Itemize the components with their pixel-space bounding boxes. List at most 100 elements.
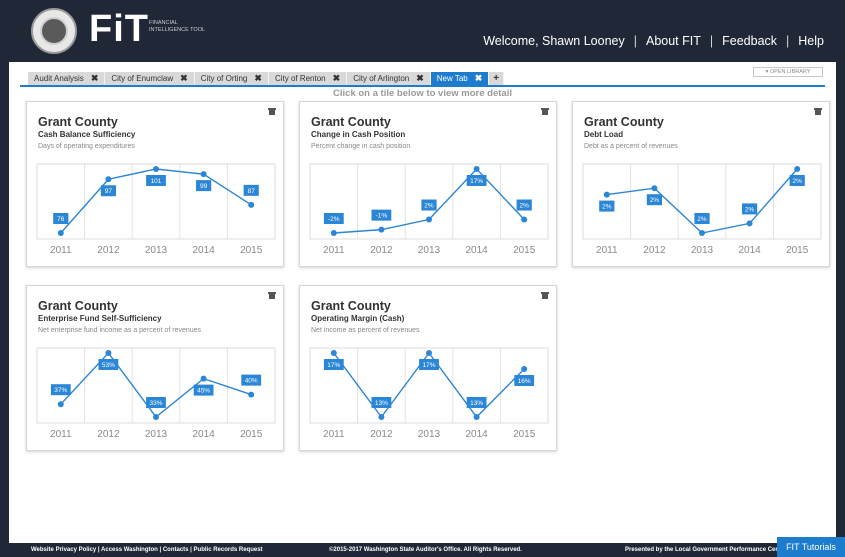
data-point[interactable] [473, 414, 480, 420]
line-chart: 76 2011 97 2012 101 2013 99 2014 87 2015 [36, 163, 276, 256]
header-bar: FiT FINANCIAL INTELLIGENCE TOOL Welcome,… [9, 0, 836, 62]
data-label: -1% [376, 213, 388, 220]
close-tab-icon[interactable]: ✖ [91, 73, 99, 84]
left-border [0, 0, 9, 557]
data-label: 101 [151, 178, 162, 185]
chart-tile[interactable]: Grant County Debt Load Debt as a percent o… [572, 101, 830, 267]
x-tick-label: 2013 [418, 245, 441, 256]
data-point[interactable] [651, 185, 658, 192]
add-tab-button[interactable]: + [489, 72, 505, 85]
close-tab-icon[interactable]: ✖ [416, 73, 424, 84]
data-point[interactable] [248, 391, 255, 398]
plot-frame [36, 347, 276, 424]
chart-tile[interactable]: Grant County Cash Balance Sufficiency Days… [26, 101, 284, 267]
footer-links[interactable]: Website Privacy Policy | Access Washingt… [31, 547, 263, 553]
data-point[interactable] [153, 414, 159, 420]
data-point[interactable] [426, 350, 432, 356]
x-tick-label: 2014 [738, 245, 761, 256]
data-label: 97 [105, 188, 113, 195]
line-chart: 17% 2011 13% 2012 17% 2013 13% 2014 16% 2015 [309, 347, 549, 440]
data-point[interactable] [57, 401, 64, 408]
data-point[interactable] [153, 166, 159, 172]
help-link[interactable]: Help [798, 34, 824, 48]
tile-hint-text: Click on a tile below to view more detai… [333, 88, 512, 99]
data-label: 2% [602, 204, 612, 211]
data-point[interactable] [699, 230, 705, 236]
data-point[interactable] [57, 230, 64, 236]
line-chart: -2% 2011 -1% 2012 2% 2013 17% 2014 2% 2015 [309, 163, 549, 256]
tab-city-of-renton[interactable]: City of Renton ✖ [268, 72, 348, 85]
footer-copyright: ©2015-2017 Washington State Auditor's Of… [329, 547, 522, 553]
fit-tutorials-button[interactable]: FIT Tutorials [777, 537, 845, 557]
data-point[interactable] [794, 166, 801, 172]
line-chart: 2% 2011 2% 2012 2% 2013 2% 2014 2% 2015 [582, 163, 822, 256]
data-point[interactable] [200, 375, 207, 382]
tab-new-tab[interactable]: New Tab ✖ [430, 72, 490, 85]
welcome-user-link[interactable]: Welcome, Shawn Looney [483, 34, 625, 48]
data-label: 17% [327, 362, 340, 369]
data-label: 2% [424, 203, 434, 210]
data-label: 33% [149, 400, 162, 407]
right-border [836, 0, 845, 557]
x-tick-label: 2011 [50, 245, 72, 256]
tab-underline [20, 85, 825, 87]
tab-city-of-arlington[interactable]: City of Arlington ✖ [347, 72, 431, 85]
data-point[interactable] [521, 216, 528, 223]
data-point[interactable] [378, 414, 385, 420]
data-point[interactable] [378, 226, 385, 233]
tab-label: New Tab [436, 74, 468, 83]
data-label: 17% [470, 178, 483, 185]
data-point[interactable] [330, 230, 337, 236]
x-tick-label: 2013 [691, 245, 714, 256]
data-point[interactable] [105, 176, 112, 183]
data-point[interactable] [248, 201, 255, 208]
about-fit-link[interactable]: About FIT [646, 34, 701, 48]
data-point[interactable] [426, 216, 432, 223]
tab-audit-analysis[interactable]: Audit Analysis ✖ [28, 72, 106, 85]
state-seal-logo[interactable] [31, 8, 77, 54]
data-label: 45% [197, 388, 210, 395]
x-tick-label: 2015 [240, 429, 263, 440]
chart-tile[interactable]: Grant County Change in Cash Position Perce… [299, 101, 557, 267]
tab-label: City of Orting [200, 74, 248, 83]
data-label: 13% [470, 400, 483, 407]
data-point[interactable] [330, 350, 337, 356]
top-nav: Welcome, Shawn Looney | About FIT | Feed… [483, 34, 824, 48]
x-tick-label: 2012 [370, 245, 393, 256]
nav-separator: | [709, 34, 714, 48]
data-label: -2% [328, 216, 340, 223]
chart-tile[interactable]: Grant County Enterprise Fund Self-Suffici… [26, 285, 284, 451]
data-point[interactable] [521, 366, 528, 372]
x-tick-label: 2014 [465, 245, 488, 256]
fit-logo[interactable]: FiT [89, 8, 149, 51]
data-point[interactable] [746, 220, 753, 227]
tab-city-of-orting[interactable]: City of Orting ✖ [194, 72, 269, 85]
chart-tile[interactable]: Grant County Operating Margin (Cash) Net i… [299, 285, 557, 451]
close-tab-icon[interactable]: ✖ [180, 73, 188, 84]
x-tick-label: 2012 [97, 429, 120, 440]
tab-bar: Audit Analysis ✖ City of Enumclaw ✖ City o… [28, 72, 505, 85]
close-tab-icon[interactable]: ✖ [475, 73, 483, 84]
x-tick-label: 2015 [786, 245, 809, 256]
page: FiT FINANCIAL INTELLIGENCE TOOL Welcome,… [0, 0, 845, 557]
feedback-link[interactable]: Feedback [722, 34, 777, 48]
data-label: 53% [102, 362, 115, 369]
x-tick-label: 2011 [323, 429, 345, 440]
data-label: 2% [745, 206, 755, 213]
data-point[interactable] [603, 191, 610, 198]
data-label: 87 [248, 188, 256, 195]
x-tick-label: 2011 [50, 429, 72, 440]
tab-label: Audit Analysis [34, 74, 84, 83]
x-tick-label: 2013 [145, 429, 168, 440]
tab-city-of-enumclaw[interactable]: City of Enumclaw ✖ [105, 72, 195, 85]
close-tab-icon[interactable]: ✖ [254, 73, 262, 84]
x-tick-label: 2012 [643, 245, 666, 256]
data-point[interactable] [473, 166, 480, 172]
data-point[interactable] [105, 350, 112, 356]
data-label: 16% [518, 378, 531, 385]
line-chart: 37% 2011 53% 2012 33% 2013 45% 2014 40% 2015 [36, 347, 276, 440]
data-label: 37% [54, 387, 67, 394]
open-library-button[interactable]: ▾ OPEN LIBRARY [753, 67, 823, 77]
data-point[interactable] [200, 171, 207, 178]
close-tab-icon[interactable]: ✖ [333, 73, 341, 84]
